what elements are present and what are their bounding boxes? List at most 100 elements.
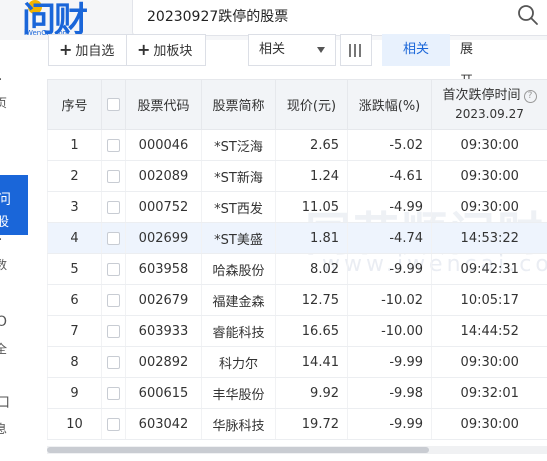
help-icon[interactable]: ? (523, 89, 537, 103)
cell-select (101, 129, 126, 161)
row-checkbox[interactable] (107, 138, 120, 152)
cell-select (101, 191, 126, 223)
col-header-change[interactable]: 涨跌幅(%) (347, 79, 432, 130)
sidebar-item-glyph: O (0, 314, 8, 330)
sidebar-item-glyph: · (0, 72, 2, 88)
table-row[interactable]: 5 603958 哈森股份 8.02 -9.99 09:42:31 (47, 253, 547, 285)
cell-change: -9.99 (347, 253, 432, 285)
cell-limit-down-time: 09:30:00 (431, 408, 547, 440)
cell-select (101, 284, 126, 316)
row-checkbox[interactable] (107, 324, 120, 338)
row-checkbox[interactable] (107, 262, 120, 276)
cell-index: 6 (47, 284, 102, 316)
table-row[interactable]: 1 000046 *ST泛海 2.65 -5.02 09:30:00 (47, 129, 547, 161)
cell-price: 16.65 (275, 315, 348, 347)
row-checkbox[interactable] (107, 386, 120, 400)
cell-stock-name[interactable]: *ST新海 (201, 160, 276, 192)
table-row[interactable]: 4 002699 *ST美盛 1.81 -4.74 14:53:22 (47, 222, 547, 254)
columns-icon-bar (354, 44, 356, 57)
cell-select (101, 222, 126, 254)
cell-change: -4.61 (347, 160, 432, 192)
cell-limit-down-time: 14:44:52 (431, 315, 547, 347)
col-header-code[interactable]: 股票代码 (125, 79, 202, 130)
cell-stock-name[interactable]: *ST西发 (201, 191, 276, 223)
cell-code: 002679 (125, 284, 202, 316)
relevance-sort-button[interactable]: 相关 (382, 34, 450, 66)
scrollbar-thumb[interactable] (47, 447, 429, 453)
row-checkbox[interactable] (107, 293, 120, 307)
add-watchlist-button[interactable]: + 加自选 (48, 34, 127, 66)
search-input[interactable]: 20230927跌停的股票 (132, 0, 547, 36)
select-all-checkbox[interactable] (107, 98, 120, 111)
cell-change: -9.98 (347, 377, 432, 409)
row-checkbox[interactable] (107, 417, 120, 431)
add-board-button[interactable]: + 加板块 (126, 34, 206, 66)
add-board-label: 加板块 (153, 44, 193, 59)
cell-stock-name[interactable]: *ST美盛 (201, 222, 276, 254)
cell-change: -10.00 (347, 315, 432, 347)
row-checkbox[interactable] (107, 231, 120, 245)
row-checkbox[interactable] (107, 169, 120, 183)
cell-code: 000752 (125, 191, 202, 223)
cell-price: 11.05 (275, 191, 348, 223)
cell-stock-name[interactable]: 福建金森 (201, 284, 276, 316)
cell-limit-down-time: 09:30:00 (431, 160, 547, 192)
col-header-limit-down-time[interactable]: 首次跌停时间? 2023.09.27 (431, 79, 547, 130)
table-row[interactable]: 3 000752 *ST西发 11.05 -4.99 09:30:00 (47, 191, 547, 223)
plus-icon: + (59, 40, 73, 59)
col-header-name[interactable]: 股票简称 (201, 79, 276, 130)
cell-code: 603042 (125, 408, 202, 440)
cell-change: -5.02 (347, 129, 432, 161)
table-header-row: 序号 股票代码 股票简称 现价(元) 涨跌幅(%) 首次跌停时间? 2023.0… (47, 79, 547, 130)
cell-index: 10 (47, 408, 102, 440)
cell-stock-name[interactable]: 哈森股份 (201, 253, 276, 285)
cell-change: -10.02 (347, 284, 432, 316)
search-query[interactable]: 20230927跌停的股票 (147, 6, 288, 26)
sidebar-item-glyph: 问 (0, 192, 11, 208)
cell-change: -9.99 (347, 408, 432, 440)
cell-index: 5 (47, 253, 102, 285)
cell-stock-name[interactable]: 睿能科技 (201, 315, 276, 347)
column-settings-button[interactable] (340, 34, 372, 66)
cell-limit-down-time: 09:30:00 (431, 346, 547, 378)
horizontal-scrollbar[interactable] (47, 446, 547, 454)
cell-index: 3 (47, 191, 102, 223)
columns-icon (349, 44, 351, 57)
cell-code: 002699 (125, 222, 202, 254)
sidebar-item-stocks[interactable]: 问 股 (0, 175, 28, 235)
table-row[interactable]: 6 002679 福建金森 12.75 -10.02 10:05:17 (47, 284, 547, 316)
cell-price: 8.02 (275, 253, 348, 285)
cell-stock-name[interactable]: 华脉科技 (201, 408, 276, 440)
cell-stock-name[interactable]: 科力尔 (201, 346, 276, 378)
chevron-down-icon (317, 47, 325, 53)
table-row[interactable]: 9 600615 丰华股份 9.92 -9.98 09:32:01 (47, 377, 547, 409)
columns-icon-bar (359, 44, 361, 57)
table-row[interactable]: 7 603933 睿能科技 16.65 -10.00 14:44:52 (47, 315, 547, 347)
sort-select-value: 相关 (259, 42, 286, 57)
sort-select[interactable]: 相关 (248, 34, 336, 66)
cell-stock-name[interactable]: *ST泛海 (201, 129, 276, 161)
cell-index: 2 (47, 160, 102, 192)
cell-limit-down-time: 09:42:31 (431, 253, 547, 285)
cell-stock-name[interactable]: 丰华股份 (201, 377, 276, 409)
cell-select (101, 253, 126, 285)
logo[interactable]: 问财 iWenCai.com (22, 0, 112, 40)
search-icon[interactable] (517, 4, 539, 26)
cell-select (101, 408, 126, 440)
cell-change: -4.74 (347, 222, 432, 254)
sidebar-item-label: 数 (0, 258, 8, 272)
cell-select (101, 315, 126, 347)
sidebar-item-label: 页 (0, 96, 8, 110)
row-checkbox[interactable] (107, 200, 120, 214)
cell-price: 1.24 (275, 160, 348, 192)
table-row[interactable]: 10 603042 华脉科技 19.72 -9.99 09:30:00 (47, 408, 547, 440)
cell-code: 603958 (125, 253, 202, 285)
col-header-price[interactable]: 现价(元) (275, 79, 348, 130)
table-row[interactable]: 2 002089 *ST新海 1.24 -4.61 09:30:00 (47, 160, 547, 192)
table-row[interactable]: 8 002892 科力尔 14.41 -9.99 09:30:00 (47, 346, 547, 378)
cell-limit-down-time: 10:05:17 (431, 284, 547, 316)
sidebar-item-label: 息 (0, 422, 8, 436)
cell-price: 19.72 (275, 408, 348, 440)
expand-button[interactable]: 展开 (460, 34, 473, 116)
row-checkbox[interactable] (107, 355, 120, 369)
